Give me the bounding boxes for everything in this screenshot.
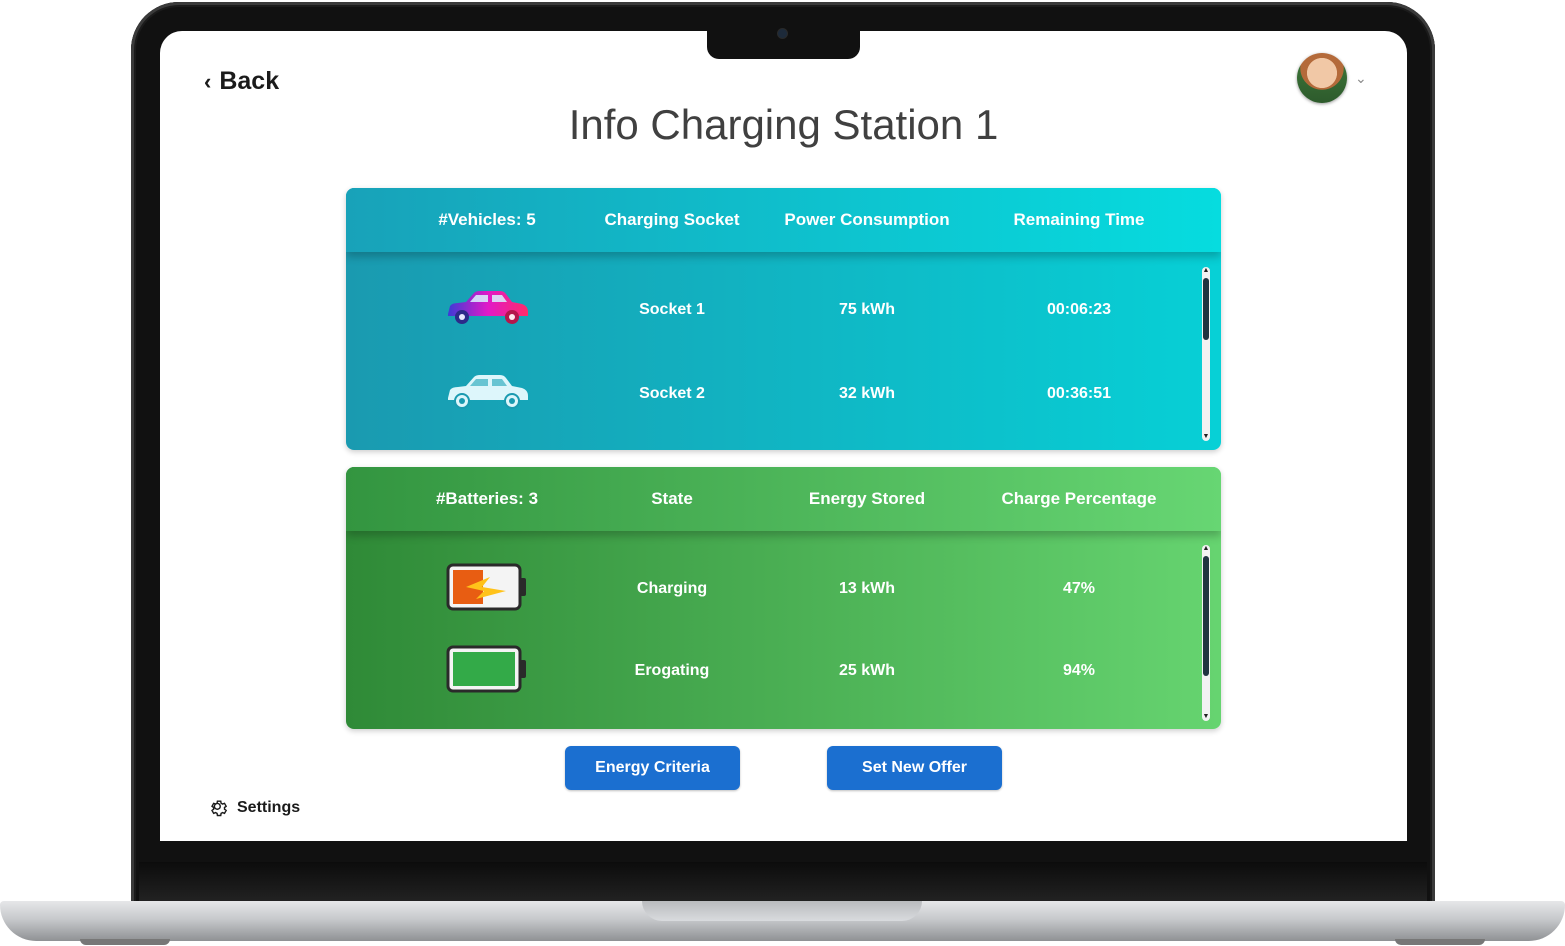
power-cell: 75 kWh xyxy=(838,301,895,318)
remaining-time-header: Remaining Time xyxy=(1013,210,1145,229)
table-row[interactable]: Charging 13 kWh 47% xyxy=(346,559,1221,619)
vehicles-table: #Vehicles: 5 Charging Socket Power Consu… xyxy=(346,188,1221,450)
gear-icon xyxy=(211,800,228,817)
scroll-up-icon[interactable]: ▲ xyxy=(1202,545,1210,553)
batteries-table: #Batteries: 3 State Energy Stored Charge… xyxy=(346,467,1221,729)
state-cell: Charging xyxy=(636,580,708,597)
batteries-count-header: #Batteries: 3 xyxy=(435,489,539,508)
battery-charging-icon xyxy=(387,563,587,616)
back-label: Back xyxy=(219,67,280,95)
app-screen: ‹ Back Info Charging Station 1 ⌄ #Vehicl… xyxy=(160,31,1407,841)
camera-icon xyxy=(778,29,787,38)
charging-socket-header: Charging Socket xyxy=(604,210,740,229)
batteries-scrollbar[interactable]: ▲ ▼ xyxy=(1202,545,1210,721)
table-row[interactable]: Socket 2 32 kWh 00:36:51 xyxy=(346,364,1221,424)
vehicles-scrollbar[interactable]: ▲ ▼ xyxy=(1202,267,1210,441)
percentage-cell: 94% xyxy=(1062,662,1096,679)
vehicles-table-header: #Vehicles: 5 Charging Socket Power Consu… xyxy=(346,188,1221,252)
charge-percentage-header: Charge Percentage xyxy=(1001,489,1157,508)
energy-stored-header: Energy Stored xyxy=(808,489,926,508)
set-new-offer-button[interactable]: Set New Offer xyxy=(827,746,1002,790)
socket-cell: Socket 1 xyxy=(639,301,705,318)
settings-label: Settings xyxy=(237,799,301,816)
energy-criteria-button[interactable]: Energy Criteria xyxy=(565,746,740,790)
scroll-down-icon[interactable]: ▼ xyxy=(1202,713,1210,721)
state-header: State xyxy=(651,489,693,508)
chevron-left-icon: ‹ xyxy=(204,68,212,94)
chevron-down-icon[interactable]: ⌄ xyxy=(1355,70,1367,87)
avatar[interactable] xyxy=(1297,53,1347,103)
laptop-foot xyxy=(1395,939,1485,945)
socket-cell: Socket 2 xyxy=(639,385,705,402)
vehicles-count-header: #Vehicles: 5 xyxy=(438,210,536,229)
scrollbar-thumb[interactable] xyxy=(1203,556,1209,676)
time-cell: 00:36:51 xyxy=(1046,385,1112,402)
laptop-opening-notch xyxy=(642,901,922,921)
page-title: Info Charging Station 1 xyxy=(568,101,999,148)
profile-menu[interactable]: ⌄ xyxy=(1297,53,1367,103)
car-pink-icon xyxy=(387,288,587,333)
scroll-down-icon[interactable]: ▼ xyxy=(1202,433,1210,441)
back-button[interactable]: ‹ Back xyxy=(204,67,279,96)
table-row[interactable]: Erogating 25 kWh 94% xyxy=(346,641,1221,701)
energy-cell: 13 kWh xyxy=(838,580,895,597)
laptop-foot xyxy=(80,939,170,945)
state-cell: Erogating xyxy=(634,662,710,679)
percentage-cell: 47% xyxy=(1062,580,1096,597)
power-consumption-header: Power Consumption xyxy=(784,210,950,229)
settings-button[interactable]: Settings xyxy=(209,798,300,818)
car-white-icon xyxy=(387,372,587,417)
laptop-chin xyxy=(139,862,1427,902)
battery-full-icon xyxy=(387,645,587,698)
time-cell: 00:06:23 xyxy=(1046,301,1112,318)
power-cell: 32 kWh xyxy=(838,385,895,402)
scroll-up-icon[interactable]: ▲ xyxy=(1202,267,1210,275)
energy-cell: 25 kWh xyxy=(838,662,895,679)
scrollbar-thumb[interactable] xyxy=(1203,278,1209,340)
batteries-table-header: #Batteries: 3 State Energy Stored Charge… xyxy=(346,467,1221,531)
table-row[interactable]: Socket 1 75 kWh 00:06:23 xyxy=(346,280,1221,340)
